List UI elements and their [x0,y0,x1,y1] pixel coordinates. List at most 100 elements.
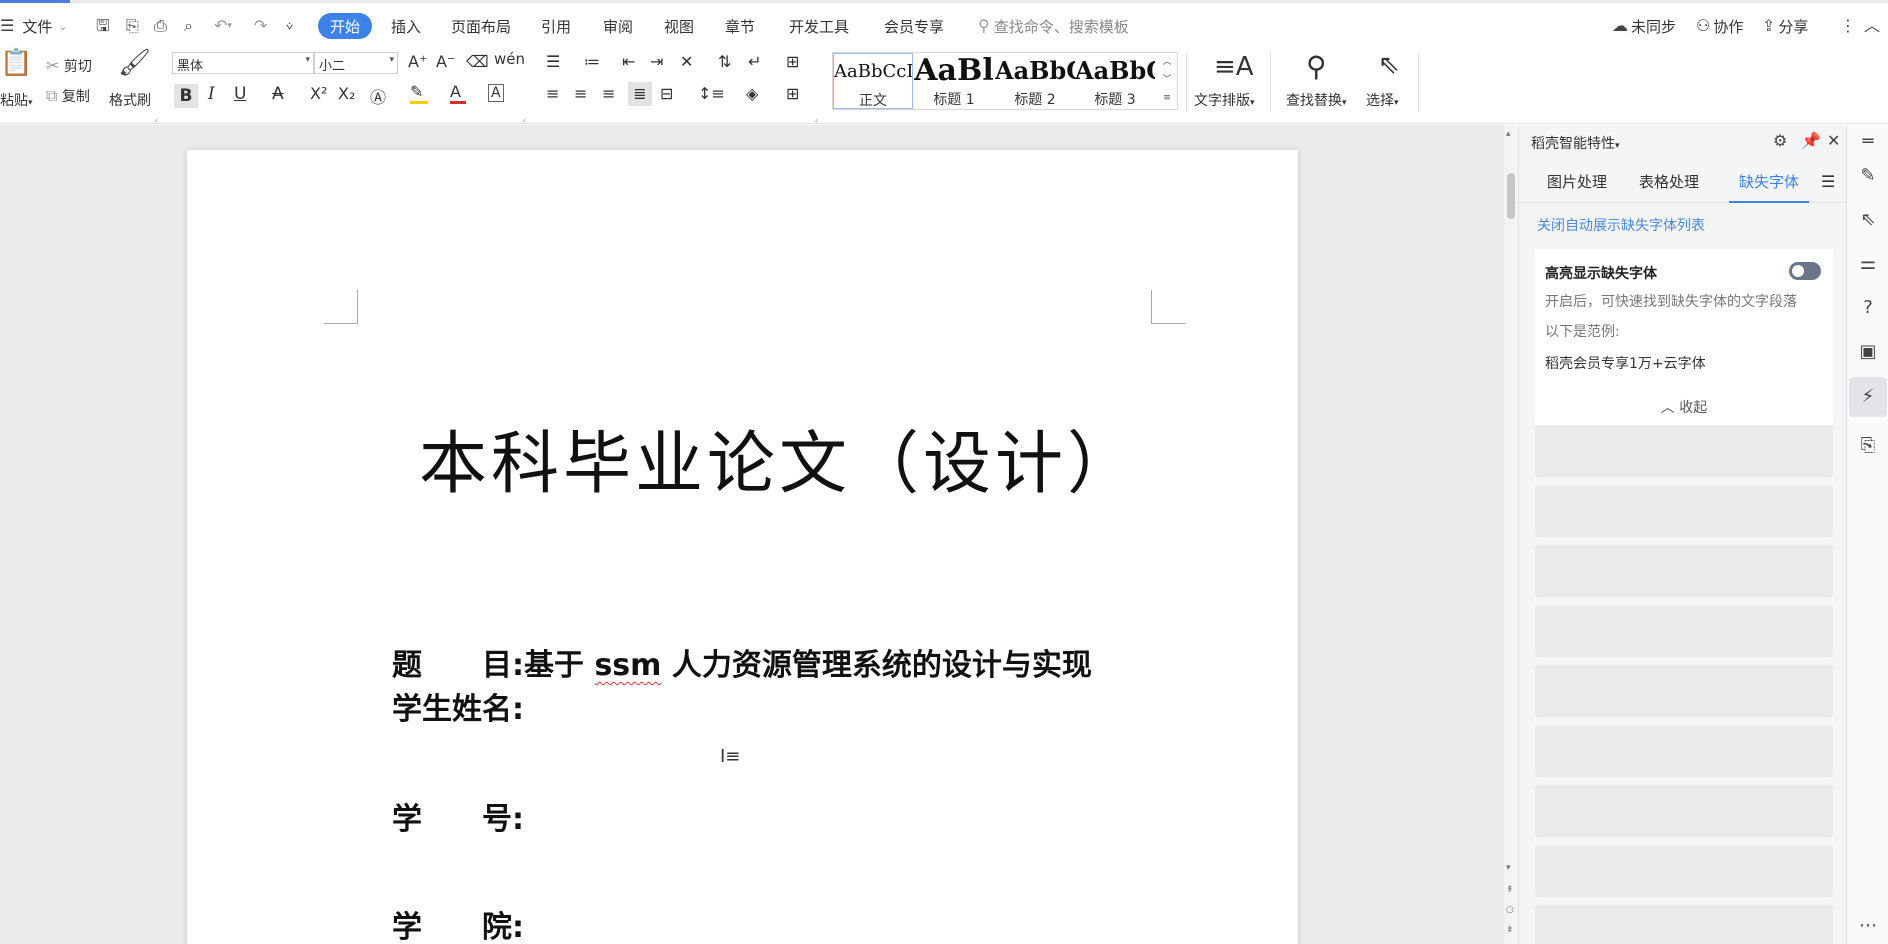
smart-features-icon[interactable]: ⚡ [1849,377,1887,417]
redo-button[interactable]: ↷ [254,8,267,44]
chinese-layout-button[interactable]: ✕ [680,52,693,71]
scroll-up-icon[interactable]: ▴ [1506,129,1511,139]
subscript-button[interactable]: X₂ [338,84,355,103]
phonetic-guide-button[interactable]: wén [494,50,525,68]
italic-button[interactable]: I [208,84,215,104]
save-button[interactable]: 🖫 [96,8,110,44]
document-page[interactable]: 本科毕业论文（设计） 题 目:基于 ssm 人力资源管理系统的设计与实现 学生姓… [187,150,1298,944]
align-center-button[interactable]: ≡ [574,84,587,103]
pin-icon[interactable]: 📌 [1801,133,1821,149]
menu-icon[interactable]: ☰ [1821,167,1835,203]
distribute-button[interactable]: ⊟ [660,84,673,103]
tab-insert[interactable]: 插入 [391,8,421,44]
format-painter-icon-button[interactable]: 🖌 [118,50,151,76]
tab-home[interactable]: 开始 [318,13,373,39]
collapse-button[interactable]: ︿ 收起 [1535,397,1833,417]
spelling-error-word[interactable]: ssm [594,648,661,683]
char-border-button[interactable]: A [488,84,504,102]
tab-developer[interactable]: 开发工具 [789,8,849,44]
line-spacing-button[interactable]: ↕≡ [698,84,725,103]
scrollbar-thumb[interactable] [1507,173,1515,219]
font-color-button[interactable]: A [450,82,466,104]
style-heading-3[interactable]: AaBbC 标题 3 [1075,53,1155,109]
text-layout-button[interactable]: 文字排版▾ [1194,90,1255,110]
pen-icon[interactable]: ✎ [1857,165,1879,187]
sync-status[interactable]: ☁ 未同步 [1612,8,1676,44]
vertical-scrollbar[interactable]: ▴ ▾ ⇞ ○ ⇟ [1504,125,1518,944]
style-heading-1[interactable]: AaBl 标题 1 [913,53,995,109]
cut-button[interactable]: ✂ 剪切 [46,56,92,76]
clear-format-button[interactable]: ⌫ [466,52,489,71]
align-right-button[interactable]: ≡ [602,84,615,103]
tab-view[interactable]: 视图 [664,8,694,44]
find-replace-button[interactable]: 查找替换▾ [1286,90,1347,110]
decrease-indent-button[interactable]: ⇤ [622,52,635,71]
tab-member[interactable]: 会员专享 [884,8,944,44]
collaborate-button[interactable]: ⚇ 协作 [1696,8,1743,44]
styles-scroll[interactable]: ︿ ﹀ ≡ [1157,53,1177,109]
justify-button[interactable]: ≣ [628,82,652,106]
dialog-launcher-icon[interactable]: ⌟ [814,114,818,123]
increase-indent-button[interactable]: ⇥ [650,52,663,71]
tab-table-processing[interactable]: 表格处理 [1639,167,1699,203]
select-icon-button[interactable]: ⇖ [1378,50,1400,80]
help-icon[interactable]: ? [1857,297,1879,319]
pointer-icon[interactable]: ⇖ [1857,209,1879,231]
select-button[interactable]: 选择▾ [1366,90,1399,110]
tab-page-layout[interactable]: 页面布局 [451,8,511,44]
find-replace-icon-button[interactable]: ⚲ [1306,50,1327,83]
prev-page-icon[interactable]: ⇞ [1506,885,1514,895]
tab-missing-fonts[interactable]: 缺失字体 [1729,167,1809,203]
print-button[interactable]: ⎙ [154,8,167,44]
shrink-font-button[interactable]: A⁻ [436,52,455,71]
tab-chapter[interactable]: 章节 [725,8,755,44]
customize-toolbar-button[interactable]: ⩒ [286,8,293,44]
doc-search-icon[interactable]: ⎘ [1857,435,1879,457]
share-button[interactable]: ⇪ 分享 [1762,8,1808,44]
grow-font-button[interactable]: A⁺ [408,52,427,71]
print-preview-button[interactable]: ⌕ [184,8,193,44]
paste-label-button[interactable]: 粘贴▾ [0,90,33,110]
borders-button[interactable]: ⊞ [786,84,799,103]
style-normal[interactable]: AaBbCcI 正文 [833,53,913,109]
more-options-button[interactable]: ⋮ [1840,8,1856,44]
format-painter-button[interactable]: 格式刷 [109,90,151,110]
text-effect-button[interactable]: Ⓐ [370,84,386,108]
close-icon[interactable]: ✕ [1827,133,1840,149]
show-marks-button[interactable]: ↵ [748,52,761,71]
select-browse-icon[interactable]: ○ [1506,905,1514,915]
file-menu[interactable]: ☰ 文件 ⌄ [0,8,68,44]
shading-button[interactable]: ◈ [746,84,758,103]
undo-button[interactable]: ↶ ▾ [214,8,232,44]
align-left-button[interactable]: ≡ [546,84,559,103]
dialog-launcher-icon[interactable]: ⌟ [522,114,526,123]
more-horizontal-icon[interactable]: ⋯ [1857,915,1879,937]
dialog-launcher-icon[interactable]: ⌟ [154,114,158,123]
superscript-button[interactable]: X² [310,84,327,103]
text-layout-icon-button[interactable]: ≡A [1214,52,1254,82]
bullets-button[interactable]: ☰ [546,52,560,71]
next-page-icon[interactable]: ⇟ [1506,925,1514,935]
scroll-down-icon[interactable]: ▾ [1506,863,1511,873]
tab-image-processing[interactable]: 图片处理 [1547,167,1607,203]
font-size-select[interactable]: 小二 ▾ [314,52,398,74]
export-pdf-button[interactable]: ⎘ [126,8,139,44]
font-name-select[interactable]: 黑体 ▾ [172,52,314,74]
paste-button[interactable]: 📋 [0,50,32,76]
style-heading-2[interactable]: AaBbC 标题 2 [995,53,1075,109]
bold-button[interactable]: B [174,84,198,108]
sliders-icon[interactable]: ⚌ [1857,253,1879,275]
collapse-ribbon-button[interactable]: ︿ [1864,8,1880,44]
tab-review[interactable]: 审阅 [603,8,633,44]
disable-auto-show-link[interactable]: 关闭自动展示缺失字体列表 [1537,215,1705,235]
numbering-button[interactable]: ≔ [584,52,600,71]
highlight-toggle[interactable] [1789,262,1821,280]
panel-header-dropdown[interactable]: 稻壳智能特性▾ [1531,133,1620,153]
command-search[interactable]: ⚲ 查找命令、搜索模板 [978,8,1129,44]
tab-stops-button[interactable]: ⊞ [786,52,799,71]
underline-button[interactable]: U [234,84,246,104]
strikethrough-button[interactable]: A [272,84,284,104]
image-tools-icon[interactable]: ▣ [1857,341,1879,363]
gear-icon[interactable]: ⚙ [1773,133,1787,149]
sort-button[interactable]: ⇅ [718,52,731,71]
